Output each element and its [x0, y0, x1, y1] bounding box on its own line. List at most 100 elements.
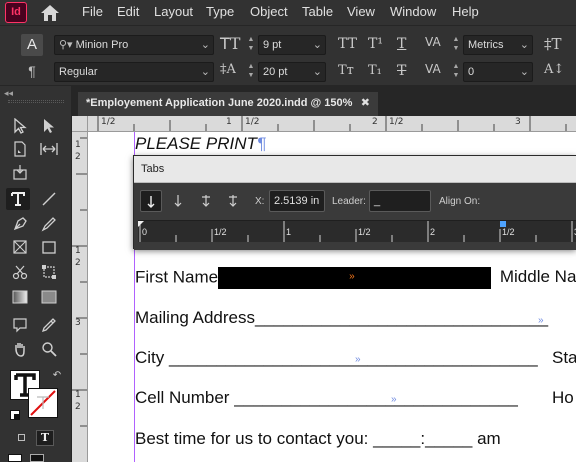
menu-view[interactable]: View	[347, 4, 375, 19]
gradient-feather-tool-icon[interactable]	[37, 286, 61, 308]
menu-bar: Id File Edit Layout Type Object Table Vi…	[0, 0, 576, 25]
direct-selection-tool-icon[interactable]	[37, 115, 61, 137]
underline-icon[interactable]: T	[397, 36, 406, 52]
type-tool-icon[interactable]	[6, 188, 30, 210]
best-time-line[interactable]: Best time for us to contact you: _____:_…	[135, 429, 501, 449]
leading-field[interactable]: 20 pt ⌄	[258, 62, 326, 82]
x-position-input[interactable]: 2.5139 in	[269, 190, 325, 212]
line-tool-icon[interactable]	[37, 188, 61, 210]
character-formatting-button[interactable]: A	[21, 34, 43, 56]
gradient-swatch-tool-icon[interactable]	[8, 286, 32, 308]
formatting-container-icon[interactable]	[18, 434, 25, 441]
normal-view-mode-icon[interactable]	[8, 454, 22, 462]
tracking-field[interactable]: 0 ⌄	[463, 62, 533, 82]
default-fill-stroke-icon[interactable]	[10, 410, 20, 420]
please-print-text: PLEASE PRINT	[135, 134, 257, 153]
eyedropper-tool-icon[interactable]	[37, 314, 61, 336]
align-on-label: Align On:	[439, 196, 481, 207]
cell-number-text: Cell Number ____________________________…	[135, 388, 518, 407]
menu-window[interactable]: Window	[390, 4, 436, 19]
superscript-icon[interactable]: T¹	[368, 36, 383, 52]
mailing-address-line[interactable]: Mailing Address_________________________…	[135, 308, 548, 328]
all-caps-icon[interactable]: TT	[338, 36, 357, 52]
menu-object[interactable]: Object	[250, 4, 288, 19]
selection-tool-icon[interactable]	[8, 115, 32, 137]
font-family-dropdown[interactable]: ⚲▾ Minion Pro ⌄	[54, 35, 214, 55]
chevron-down-icon: ⌄	[200, 66, 210, 78]
formatting-text-icon[interactable]: T	[36, 430, 54, 446]
collapse-panel-icon[interactable]: ◂◂	[4, 88, 13, 99]
font-size-stepper[interactable]: ▲ ▼	[246, 35, 256, 55]
swap-fill-stroke-icon[interactable]: ↶	[50, 368, 64, 382]
pen-tool-icon[interactable]	[8, 213, 32, 235]
please-print-line[interactable]: PLEASE PRINT¶	[135, 134, 266, 154]
home-icon[interactable]	[40, 3, 60, 22]
leading-stepper[interactable]: ▲ ▼	[246, 62, 256, 82]
chevron-down-icon: ⌄	[312, 66, 322, 78]
menu-file[interactable]: File	[82, 4, 103, 19]
panel-grip[interactable]	[8, 100, 64, 103]
rectangle-tool-icon[interactable]	[37, 236, 61, 258]
horizontal-ruler[interactable]: 1/2 1 1/2 2 1/2 3	[88, 116, 576, 132]
strikethrough-icon[interactable]: T	[397, 63, 406, 79]
cell-number-line[interactable]: Cell Number ____________________________…	[135, 388, 518, 408]
vertical-ruler[interactable]: 1 2 1 2 3 1 2	[72, 132, 88, 462]
menu-type[interactable]: Type	[206, 4, 234, 19]
first-name-line[interactable]: First Name » Middle Na	[135, 267, 576, 289]
h-ruler-label: 1	[226, 117, 232, 127]
ruler-origin[interactable]	[72, 116, 88, 132]
left-justified-tab-button[interactable]	[140, 190, 162, 212]
tabs-ruler[interactable]: 0 1/2 1 1/2 2 1/2 3	[138, 220, 576, 242]
rectangle-frame-tool-icon[interactable]	[8, 236, 32, 258]
chevron-down-icon: ⌄	[312, 39, 322, 51]
zoom-tool-icon[interactable]	[37, 338, 61, 360]
indesign-logo: Id	[5, 2, 27, 23]
first-name-field: »	[218, 267, 492, 289]
vertical-ruler-ticks	[72, 137, 87, 427]
page-tool-icon[interactable]	[8, 138, 32, 160]
v-ruler-label: 2	[75, 152, 81, 162]
leader-input[interactable]: _	[369, 190, 431, 212]
menu-help[interactable]: Help	[452, 4, 479, 19]
h-ruler-label: 1/2	[389, 117, 404, 127]
tab-marker: »	[349, 271, 355, 282]
menu-table[interactable]: Table	[302, 4, 333, 19]
tabs-panel-body: X: 2.5139 in Leader: _ Align On: 0 1/2 1…	[134, 183, 576, 250]
tabs-ruler-label: 1/2	[358, 227, 371, 237]
right-justified-tab-button[interactable]	[195, 190, 217, 212]
pencil-tool-icon[interactable]	[37, 213, 61, 235]
font-size-icon: ꓔT	[220, 34, 241, 53]
gap-tool-icon[interactable]	[37, 138, 61, 160]
city-line[interactable]: City ___________________________________…	[135, 348, 538, 368]
free-transform-tool-icon[interactable]	[37, 261, 61, 283]
kerning-stepper[interactable]: ▲ ▼	[451, 35, 461, 55]
tracking-value: 0	[468, 66, 475, 78]
x-position-label: X:	[255, 196, 265, 207]
center-justified-tab-button[interactable]	[167, 190, 189, 212]
scissors-tool-icon[interactable]	[8, 261, 32, 283]
tab-marker: »	[391, 394, 397, 405]
paragraph-formatting-button[interactable]: ¶	[21, 61, 43, 81]
document-tab[interactable]: *Employement Application June 2020.indd …	[78, 92, 378, 116]
search-icon: ⚲▾	[59, 39, 76, 51]
note-tool-icon[interactable]	[8, 314, 32, 336]
font-style-dropdown[interactable]: Regular ⌄	[54, 62, 214, 82]
font-size-field[interactable]: 9 pt ⌄	[258, 35, 326, 55]
tracking-stepper[interactable]: ▲ ▼	[451, 62, 461, 82]
pilcrow-mark: ¶	[256, 134, 267, 153]
kerning-dropdown[interactable]: Metrics ⌄	[463, 35, 533, 55]
leader-label: Leader:	[332, 196, 366, 207]
content-collector-tool-icon[interactable]	[8, 161, 32, 183]
hand-tool-icon[interactable]	[8, 338, 32, 360]
align-to-decimal-tab-button[interactable]	[222, 190, 244, 212]
middle-name-label: Middle Na	[499, 267, 576, 287]
subscript-icon[interactable]: T₁	[368, 63, 382, 78]
small-caps-icon[interactable]: Tт	[338, 63, 354, 78]
tabs-ruler-label: 1/2	[502, 227, 515, 237]
tabs-panel-titlebar[interactable]: Tabs	[134, 156, 576, 183]
menu-layout[interactable]: Layout	[154, 4, 193, 19]
menu-edit[interactable]: Edit	[117, 4, 139, 19]
preview-mode-icon[interactable]	[30, 454, 44, 462]
close-icon[interactable]: ✖	[361, 92, 370, 114]
stroke-swatch[interactable]	[28, 388, 58, 418]
